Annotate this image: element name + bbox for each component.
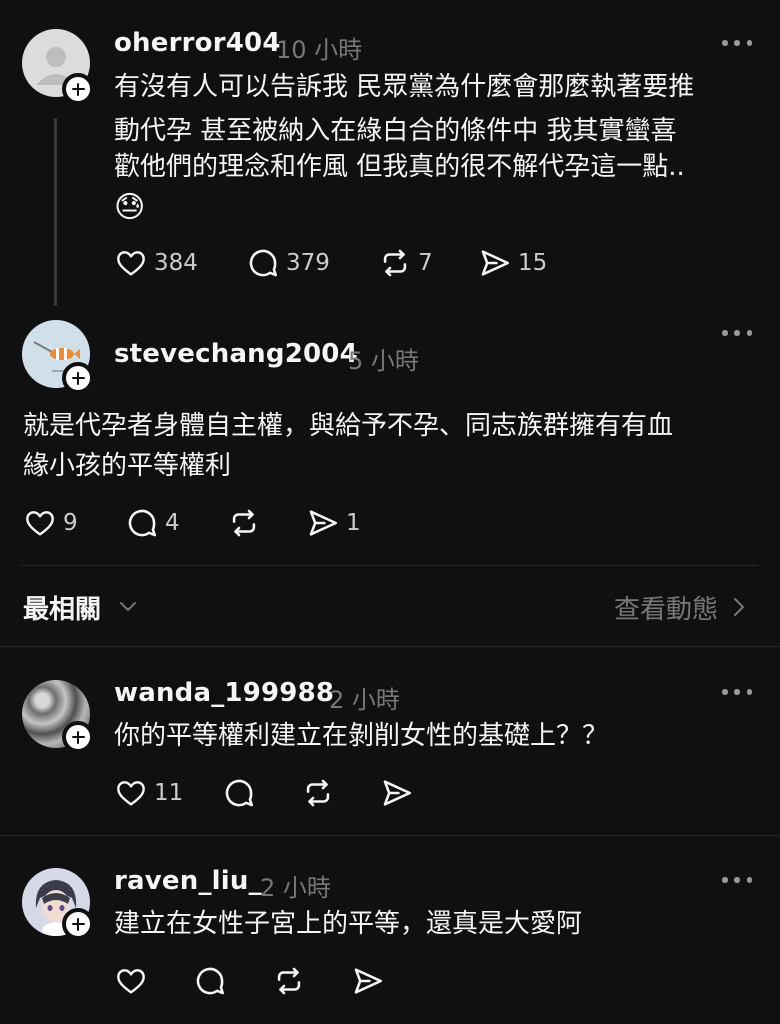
comment-bubble-icon bbox=[225, 779, 254, 807]
repost-arrows-icon bbox=[306, 779, 330, 807]
share-button[interactable] bbox=[380, 773, 414, 813]
more-ellipsis-icon[interactable] bbox=[722, 328, 752, 338]
repost-button[interactable] bbox=[272, 961, 306, 1001]
heart-icon bbox=[117, 781, 145, 806]
sort-dropdown[interactable]: 最相關 bbox=[23, 589, 101, 626]
thread-line bbox=[54, 118, 57, 306]
reply-text-line-2: 緣小孩的平等權利 bbox=[23, 451, 232, 481]
heart-icon bbox=[117, 251, 145, 276]
repost-button[interactable]: 7 bbox=[378, 243, 433, 283]
like-count: 9 bbox=[63, 510, 78, 536]
comment-time: 2 小時 bbox=[329, 686, 400, 714]
like-button[interactable]: 384 bbox=[114, 243, 198, 283]
reply-button[interactable]: 379 bbox=[246, 243, 330, 283]
username[interactable]: wanda_199988 bbox=[114, 678, 334, 708]
repost-arrows-icon bbox=[277, 967, 301, 995]
comment-time: 2 小時 bbox=[260, 874, 331, 902]
like-button[interactable] bbox=[114, 961, 148, 1001]
comment-text: 建立在女性子宮上的平等，還真是大愛阿 bbox=[114, 909, 583, 939]
send-icon bbox=[309, 510, 338, 536]
repost-button[interactable] bbox=[227, 503, 261, 543]
chevron-right-icon[interactable] bbox=[731, 595, 747, 619]
repost-arrows-icon bbox=[232, 509, 256, 537]
reply-text-line-1: 就是代孕者身體自主權，與給予不孕、同志族群擁有有血 bbox=[23, 411, 674, 441]
more-ellipsis-icon[interactable] bbox=[722, 875, 752, 885]
comment-bubble-icon bbox=[249, 249, 278, 277]
send-icon bbox=[481, 250, 510, 276]
follow-plus-icon[interactable] bbox=[62, 73, 94, 105]
send-icon bbox=[383, 780, 412, 806]
more-ellipsis-icon[interactable] bbox=[722, 687, 752, 697]
share-button[interactable]: 15 bbox=[478, 243, 547, 283]
follow-plus-icon[interactable] bbox=[62, 362, 94, 394]
reply-count: 379 bbox=[286, 250, 330, 276]
username[interactable]: raven_liu_ bbox=[114, 866, 262, 896]
like-count: 384 bbox=[154, 250, 198, 276]
post-time: 10 小時 bbox=[276, 36, 363, 64]
post-emoji: 😓 bbox=[114, 190, 146, 225]
like-button[interactable]: 9 bbox=[23, 503, 78, 543]
reply-button[interactable] bbox=[193, 961, 227, 1001]
send-icon bbox=[354, 968, 383, 994]
chevron-down-icon[interactable] bbox=[118, 596, 138, 616]
view-activity-link[interactable]: 查看動態 bbox=[614, 589, 718, 626]
repost-button[interactable] bbox=[301, 773, 335, 813]
comment-bubble-icon bbox=[128, 509, 157, 537]
repost-count: 7 bbox=[418, 250, 433, 276]
share-count: 15 bbox=[518, 250, 548, 276]
share-button[interactable] bbox=[351, 961, 385, 1001]
heart-icon bbox=[26, 511, 54, 536]
comment-bubble-icon bbox=[196, 967, 225, 995]
share-button[interactable]: 1 bbox=[306, 503, 361, 543]
share-count: 1 bbox=[346, 510, 361, 536]
divider bbox=[0, 646, 780, 647]
username[interactable]: oherror404 bbox=[114, 28, 281, 58]
reply-button[interactable] bbox=[222, 773, 256, 813]
divider bbox=[0, 835, 780, 836]
comment-text: 你的平等權利建立在剝削女性的基礎上？？ bbox=[114, 721, 609, 751]
follow-plus-icon[interactable] bbox=[62, 908, 94, 940]
follow-plus-icon[interactable] bbox=[62, 721, 94, 753]
username[interactable]: stevechang2004 bbox=[114, 339, 358, 369]
post-text-line-1: 有沒有人可以告訴我 民眾黨為什麼會那麼執著要推 bbox=[114, 72, 695, 102]
like-count: 11 bbox=[154, 780, 184, 806]
reply-button[interactable]: 4 bbox=[125, 503, 180, 543]
divider bbox=[22, 565, 758, 566]
like-button[interactable]: 11 bbox=[114, 773, 183, 813]
reply-count: 4 bbox=[165, 510, 180, 536]
heart-icon bbox=[117, 969, 145, 994]
repost-arrows-icon bbox=[383, 249, 407, 277]
post-text-line-3: 歡他們的理念和作風 但我真的很不解代孕這一點.. bbox=[114, 152, 685, 182]
more-ellipsis-icon[interactable] bbox=[722, 38, 752, 48]
reply-time: 5 小時 bbox=[348, 347, 419, 375]
